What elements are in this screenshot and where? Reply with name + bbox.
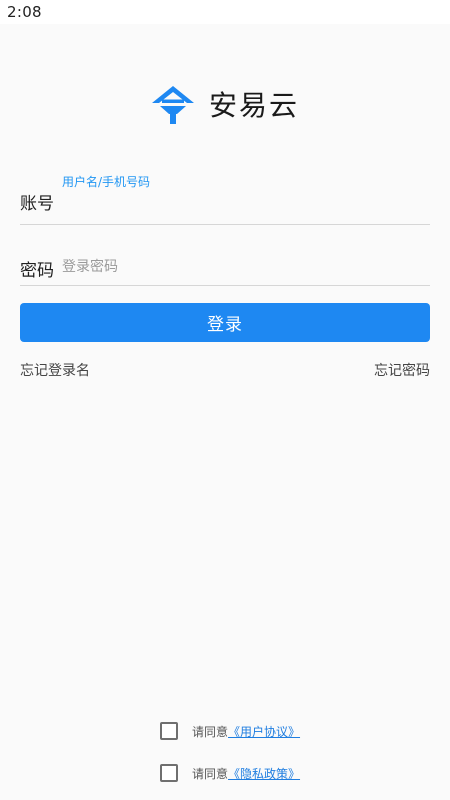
user-agreement-link[interactable]: 《用户协议》 bbox=[228, 723, 300, 740]
brand-header: 安易云 bbox=[150, 84, 299, 124]
privacy-policy-checkbox[interactable] bbox=[160, 764, 178, 782]
user-agreement-prefix: 请同意 bbox=[192, 724, 229, 739]
privacy-policy-prefix: 请同意 bbox=[192, 766, 229, 781]
account-floating-hint: 用户名/手机号码 bbox=[62, 175, 151, 189]
user-agreement-row: 请同意 《用户协议》 bbox=[160, 721, 300, 741]
anyiyun-logo-icon bbox=[152, 86, 194, 124]
login-screen: 2:08 安易云 用户名/手机号码 账号 密码 登录 忘记登录名 忘记密码 请同… bbox=[0, 0, 450, 800]
privacy-policy-row: 请同意 《隐私政策》 bbox=[160, 763, 300, 783]
privacy-policy-link[interactable]: 《隐私政策》 bbox=[228, 765, 300, 782]
account-underline bbox=[20, 224, 430, 225]
password-input[interactable] bbox=[62, 256, 422, 278]
app-name: 安易云 bbox=[209, 89, 300, 122]
account-input[interactable] bbox=[62, 191, 422, 215]
forgot-username-link[interactable]: 忘记登录名 bbox=[20, 360, 90, 380]
password-label: 密码 bbox=[20, 261, 54, 281]
forgot-password-link[interactable]: 忘记密码 bbox=[374, 360, 430, 380]
account-label: 账号 bbox=[20, 194, 54, 214]
password-underline bbox=[20, 285, 430, 286]
user-agreement-checkbox[interactable] bbox=[160, 722, 178, 740]
login-button-label: 登录 bbox=[207, 315, 243, 335]
login-button[interactable]: 登录 bbox=[20, 303, 430, 342]
status-time: 2:08 bbox=[7, 3, 42, 21]
status-bar: 2:08 bbox=[0, 0, 450, 24]
